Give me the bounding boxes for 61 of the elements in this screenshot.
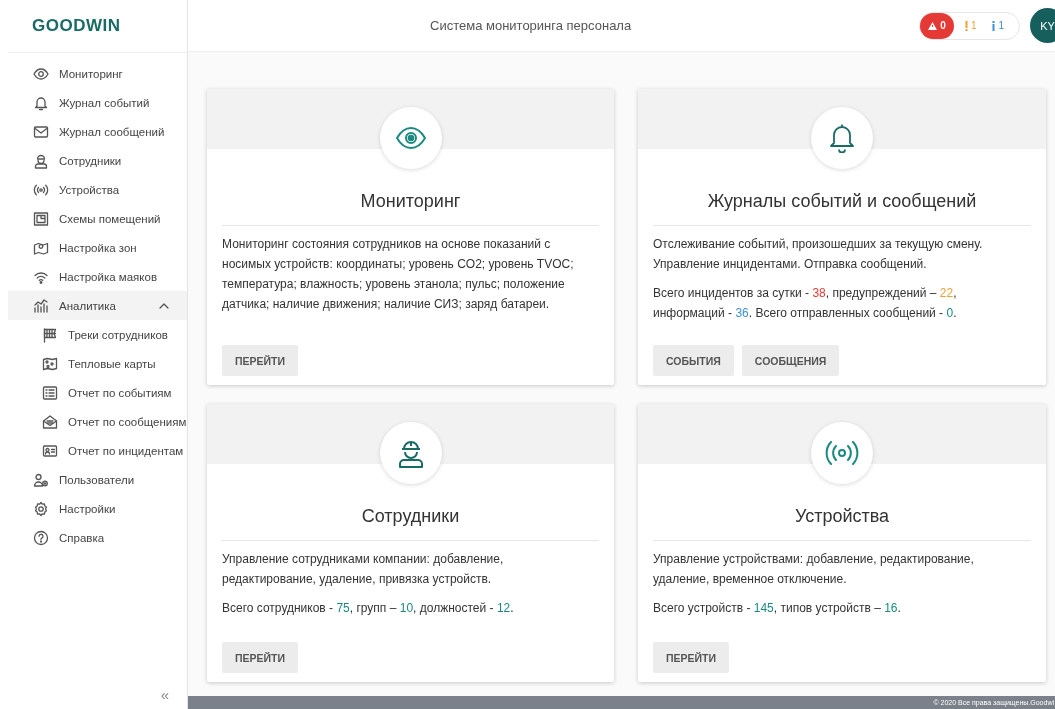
settings-icon — [33, 500, 49, 517]
warning-icon — [928, 21, 938, 30]
eye-icon — [395, 127, 426, 149]
envelope-icon — [33, 123, 49, 140]
bell-icon — [33, 94, 49, 111]
open-envelope-icon — [42, 413, 58, 430]
worker-icon — [33, 152, 49, 169]
menu-item[interactable]: Аналитика — [8, 291, 187, 320]
list-icon — [42, 384, 58, 401]
menu-item[interactable]: Журнал событий — [8, 88, 187, 117]
menu-item[interactable]: Устройства — [8, 175, 187, 204]
menu-item[interactable]: Пользователи — [8, 465, 187, 494]
bell-icon — [829, 123, 855, 153]
alert-badge[interactable]: 0 — [920, 12, 954, 39]
menu-item[interactable]: Настройка маяков — [8, 262, 187, 291]
card-title: Сотрудники — [360, 506, 461, 527]
card-button[interactable]: СОБЫТИЯ — [653, 345, 734, 376]
card-button[interactable]: СООБЩЕНИЯ — [741, 345, 840, 376]
info-icon — [992, 20, 996, 31]
card-title: Журналы событий и сообщений — [706, 191, 978, 212]
card-description: Управление устройствами: добавление, редактирование, удаление, временное отключение. — [653, 551, 975, 588]
collapse-button[interactable]: « — [160, 686, 169, 703]
card-button[interactable]: ПЕРЕЙТИ — [653, 642, 730, 673]
menu-item[interactable]: Справка — [8, 523, 187, 552]
logo: GOODWIN — [32, 16, 121, 36]
app-title: Система мониторинга персонала — [430, 18, 633, 33]
eye-icon — [33, 65, 49, 82]
card-description: Управление сотрудниками компании: добавление, редактирование, удаление, привязка устройств. — [222, 551, 505, 588]
info-badge[interactable]: 1 — [987, 20, 1009, 31]
chart-icon — [33, 297, 49, 314]
signal-icon — [825, 441, 859, 465]
card-title: Устройства — [793, 506, 891, 527]
menu-item[interactable]: Сотрудники — [8, 146, 187, 175]
card-description: Мониторинг состояния сотрудников на основе показаний с носимых устройств: координаты; уровень CO2; уровень TVOC; температура; влажность; уровень этанола; пульс; положение датчика; наличие движения; наличие СИЗ; заряд батареи. — [222, 236, 575, 313]
menu-item[interactable]: Настройка зон — [8, 233, 187, 262]
menu-item[interactable]: Настройки — [8, 494, 187, 523]
id-card-icon — [42, 442, 58, 459]
help-icon — [33, 529, 49, 546]
submenu-item[interactable]: Треки сотрудников — [8, 320, 187, 349]
card-title: Мониторинг — [359, 191, 462, 212]
submenu-item[interactable]: Отчет по событиям — [8, 378, 187, 407]
menu-item[interactable]: Журнал сообщений — [8, 117, 187, 146]
stats-text: Всего инцидентов за сутки - 38, предупреждений – 22, информаций - 36. Всего отправленных сообщений - 0. — [653, 285, 958, 322]
worker-icon — [397, 438, 424, 468]
submenu-item[interactable]: Отчет по инцидентам — [8, 436, 187, 465]
stats-text: Всего устройств - 145, типов устройств – 16. — [653, 600, 902, 617]
card-button[interactable]: ПЕРЕЙТИ — [222, 345, 299, 376]
chevron-icon — [159, 302, 169, 309]
heatmap-icon — [42, 355, 58, 372]
menu-item[interactable]: Схемы помещений — [8, 204, 187, 233]
submenu-item[interactable]: Отчет по сообщениям — [8, 407, 187, 436]
submenu-item[interactable]: Тепловые карты — [8, 349, 187, 378]
stats-text: Всего сотрудников - 75, групп – 10, должностей - 12. — [222, 600, 515, 617]
exclamation-icon — [964, 20, 968, 31]
flag-icon — [42, 326, 58, 343]
user-avatar[interactable]: KY — [1030, 8, 1055, 43]
menu-item[interactable]: Мониторинг — [8, 59, 187, 88]
card-description: Отслеживание событий, произошедших за текущую смену. Управление инцидентами. Отправка сообщений. — [653, 236, 984, 273]
users-icon — [33, 471, 49, 488]
card-button[interactable]: ПЕРЕЙТИ — [222, 642, 299, 673]
floor-plan-icon — [33, 210, 49, 227]
